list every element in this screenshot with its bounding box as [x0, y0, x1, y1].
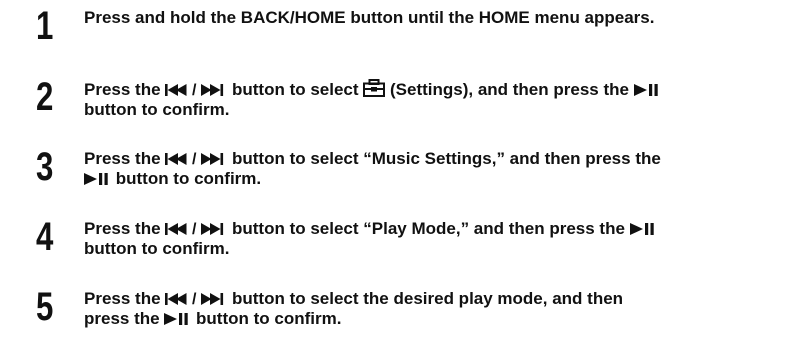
step-text: Press the / button to select the desired… — [84, 289, 784, 329]
step-text-line: press the button to confirm. — [84, 309, 784, 329]
step-text-line: button to confirm. — [84, 100, 230, 119]
step-text-line: Press the / button to select “Music Sett… — [84, 149, 784, 169]
text-segment: button to select “Music Settings,” and t… — [227, 149, 661, 168]
svg-text:/: / — [192, 83, 197, 97]
text-segment: (Settings), and then press the — [385, 80, 634, 99]
play-pause-icon — [629, 222, 657, 236]
step-number: 5 — [36, 285, 53, 329]
svg-text:/: / — [192, 292, 197, 306]
text-segment: button to select the desired play mode, … — [227, 289, 624, 308]
svg-text:/: / — [192, 222, 197, 236]
step-text: Press the / button to select (Settings),… — [84, 79, 784, 120]
prev-next-buttons-icon: / — [165, 222, 227, 236]
step-text: Press the / button to select “Music Sett… — [84, 149, 784, 189]
text-segment: Press the — [84, 149, 166, 168]
step-text-line: button to confirm. — [84, 239, 230, 258]
step-number: 2 — [36, 75, 53, 119]
text-segment: Press the — [84, 80, 166, 99]
svg-text:/: / — [192, 152, 197, 166]
settings-toolbox-icon — [363, 79, 386, 97]
step-number: 1 — [36, 4, 53, 48]
prev-next-buttons-icon: / — [165, 152, 227, 166]
play-pause-icon — [164, 312, 191, 326]
text-segment: button to select — [227, 80, 364, 99]
text-segment: Press the — [84, 289, 166, 308]
text-segment: press the — [84, 309, 165, 328]
step-number: 4 — [36, 215, 53, 259]
step-text-line: Press the / button to select (Settings),… — [84, 79, 784, 100]
instruction-steps: 1 Press and hold the BACK/HOME button un… — [0, 0, 787, 350]
step-text-line: Press and hold the BACK/HOME button unti… — [84, 8, 655, 27]
text-segment: button to confirm. — [111, 169, 262, 188]
step-text: Press the / button to select “Play Mode,… — [84, 219, 784, 259]
play-pause-icon — [84, 172, 111, 186]
step-text-line: button to confirm. — [84, 169, 784, 189]
play-pause-icon — [633, 83, 661, 97]
text-segment: button to confirm. — [191, 309, 342, 328]
step-text-line: Press the / button to select the desired… — [84, 289, 784, 309]
text-segment: Press the — [84, 219, 166, 238]
step-text-line: Press the / button to select “Play Mode,… — [84, 219, 784, 239]
step-number: 3 — [36, 145, 53, 189]
prev-next-buttons-icon: / — [165, 83, 227, 97]
text-segment: button to select “Play Mode,” and then p… — [227, 219, 630, 238]
prev-next-buttons-icon: / — [165, 292, 227, 306]
step-text: Press and hold the BACK/HOME button unti… — [84, 8, 784, 28]
